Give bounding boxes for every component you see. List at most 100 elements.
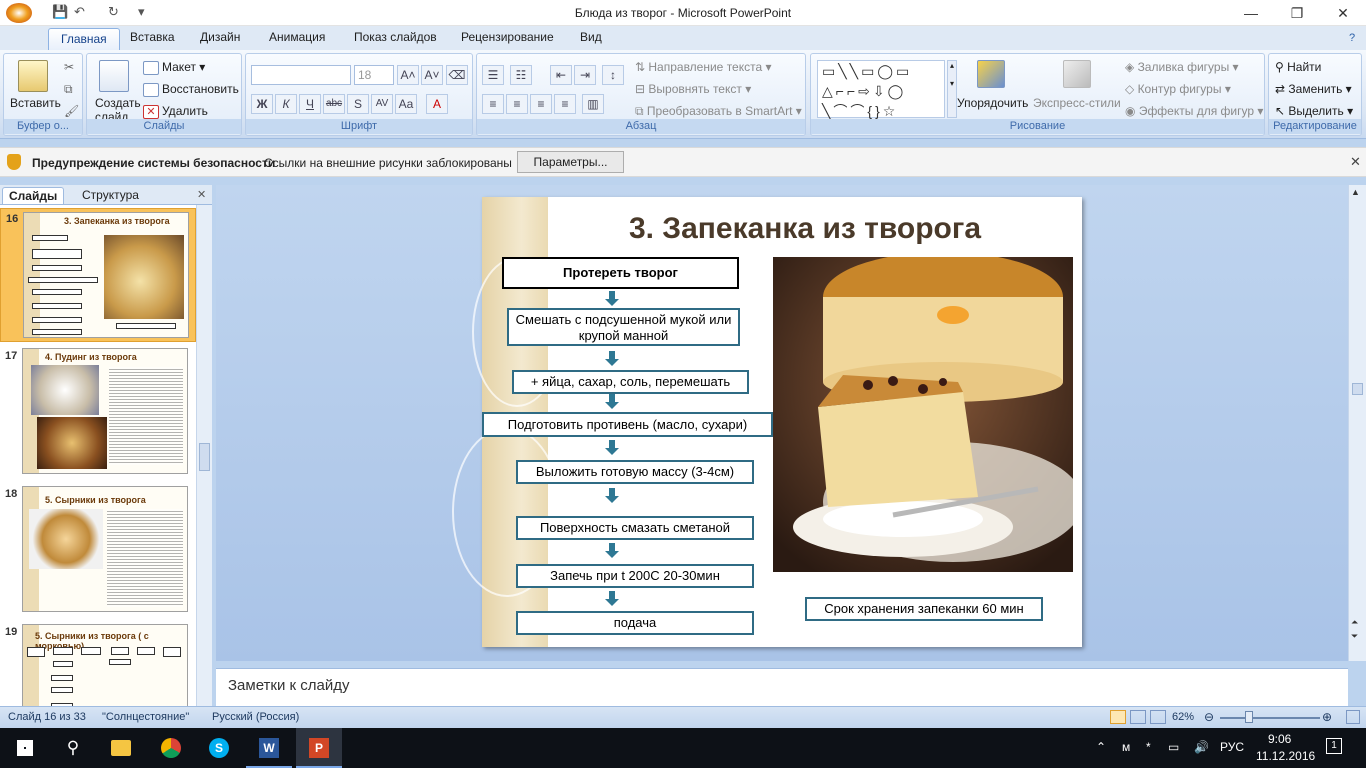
font-name-input[interactable] xyxy=(251,65,351,85)
font-color-button[interactable]: A xyxy=(426,94,448,114)
align-right-button[interactable]: ≡ xyxy=(530,94,552,114)
step-box[interactable]: Выложить готовую массу (3-4см) xyxy=(516,460,754,484)
prev-slide-icon[interactable]: ⏶ xyxy=(1351,617,1358,628)
shapes-gallery-scroll[interactable]: ▴ ▾ xyxy=(947,60,957,118)
justify-button[interactable]: ≡ xyxy=(554,94,576,114)
step-box[interactable]: Подготовить противень (масло, сухари) xyxy=(482,412,773,437)
replace-button[interactable]: ⇄ Заменить ▾ xyxy=(1275,82,1352,96)
clock-time[interactable]: 9:06 xyxy=(1268,732,1291,746)
maximize-button[interactable]: ❐ xyxy=(1274,0,1320,26)
volume-icon[interactable]: 🔊 xyxy=(1194,740,1209,754)
slideshow-icon[interactable] xyxy=(1150,710,1166,724)
text-direction-button[interactable]: ⇅ Направление текста ▾ xyxy=(635,60,772,74)
language-indicator[interactable]: РУС xyxy=(1220,740,1244,754)
cut-icon[interactable]: ✂ xyxy=(64,60,74,74)
normal-view-icon[interactable] xyxy=(1110,710,1126,724)
search-icon[interactable]: ⚲ xyxy=(50,728,96,768)
language-indicator[interactable]: Русский (Россия) xyxy=(212,711,299,723)
slide-title[interactable]: 3. Запеканка из творога xyxy=(560,212,1050,246)
quick-styles-button[interactable]: Экспресс-стили xyxy=(1033,96,1121,110)
casserole-photo[interactable] xyxy=(773,257,1073,572)
chrome-icon[interactable] xyxy=(148,728,194,768)
scroll-thumb[interactable] xyxy=(199,443,210,471)
select-button[interactable]: ↖ Выделить ▾ xyxy=(1275,104,1353,118)
smartart-button[interactable]: ⧉ Преобразовать в SmartArt ▾ xyxy=(635,104,802,119)
strikethrough-button[interactable]: abc xyxy=(323,94,345,114)
paste-button[interactable]: Вставить xyxy=(10,96,61,110)
editor-scrollbar[interactable]: ▲ ⏶ ⏷ xyxy=(1348,185,1366,661)
step-box[interactable]: Протереть творог xyxy=(502,257,739,289)
bold-button[interactable]: Ж xyxy=(251,94,273,114)
thumbnail-slide-16[interactable]: 16 3. Запеканка из творога xyxy=(0,208,196,342)
step-box[interactable]: подача xyxy=(516,611,754,635)
layout-button[interactable]: Макет ▾ xyxy=(143,60,205,75)
align-text-button[interactable]: ⊟ Выровнять текст ▾ xyxy=(635,82,751,96)
copy-icon[interactable]: ⧉ xyxy=(64,82,73,97)
close-panel-icon[interactable]: ✕ xyxy=(197,188,206,201)
zoom-level[interactable]: 62% xyxy=(1172,711,1194,723)
shrink-font-button[interactable]: A˅ xyxy=(421,65,443,85)
clear-format-button[interactable]: ⌫ xyxy=(446,65,468,85)
notes-placeholder[interactable]: Заметки к слайду xyxy=(228,677,350,694)
scroll-thumb[interactable] xyxy=(1352,383,1363,395)
minimize-button[interactable]: — xyxy=(1228,0,1274,26)
zoom-slider-thumb[interactable] xyxy=(1245,711,1253,723)
storage-note[interactable]: Срок хранения запеканки 60 мин xyxy=(805,597,1043,621)
close-security-bar-icon[interactable]: ✕ xyxy=(1350,154,1361,170)
show-hidden-icons[interactable]: ⌃ xyxy=(1096,740,1106,754)
step-box[interactable]: Запечь при t 200С 20-30мин xyxy=(516,564,754,588)
spacing-button[interactable]: AV xyxy=(371,94,393,114)
next-slide-icon[interactable]: ⏷ xyxy=(1351,631,1358,642)
scroll-up-icon[interactable]: ▲ xyxy=(1351,187,1360,197)
case-button[interactable]: Aa xyxy=(395,94,417,114)
delete-slide-button[interactable]: ✕ Удалить xyxy=(143,104,208,119)
tab-slides[interactable]: Слайды xyxy=(2,187,65,204)
decrease-indent-button[interactable]: ⇤ xyxy=(550,65,572,85)
tab-design[interactable]: Дизайн xyxy=(200,30,240,44)
slide-sorter-icon[interactable] xyxy=(1130,710,1146,724)
line-spacing-button[interactable]: ↕ xyxy=(602,65,624,85)
thumbnail-slide-17[interactable]: 17 4. Пудинг из творога xyxy=(0,346,196,476)
tab-view[interactable]: Вид xyxy=(580,30,602,44)
thumbnail-slide-18[interactable]: 18 5. Сырники из творога xyxy=(0,484,196,614)
underline-button[interactable]: Ч xyxy=(299,94,321,114)
powerpoint-icon[interactable]: P xyxy=(296,728,342,768)
shape-effects-button[interactable]: ◉ Эффекты для фигур ▾ xyxy=(1125,104,1263,118)
font-size-input[interactable]: 18 xyxy=(354,65,394,85)
tray-app-icon[interactable]: м xyxy=(1122,740,1130,754)
step-box[interactable]: + яйца, сахар, соль, перемешать xyxy=(512,370,749,394)
align-left-button[interactable]: ≡ xyxy=(482,94,504,114)
fit-to-window-icon[interactable] xyxy=(1346,710,1360,724)
align-center-button[interactable]: ≡ xyxy=(506,94,528,114)
arrange-button[interactable]: Упорядочить xyxy=(957,96,1028,110)
tab-slideshow[interactable]: Показ слайдов xyxy=(354,30,437,44)
file-explorer-icon[interactable] xyxy=(98,728,144,768)
columns-button[interactable]: ▥ xyxy=(582,94,604,114)
find-button[interactable]: ⚲ Найти xyxy=(1275,60,1321,74)
zoom-in-icon[interactable]: ⊕ xyxy=(1322,710,1332,724)
clock-date[interactable]: 11.12.2016 xyxy=(1256,749,1315,763)
shapes-gallery[interactable]: ▭╲╲▭◯▭ △⌐⌐⇨⇩◯ ╲⌒⌒{}☆ xyxy=(817,60,945,119)
windows-start-icon[interactable] xyxy=(2,728,48,768)
word-icon[interactable]: W xyxy=(246,728,292,768)
notes-pane[interactable]: Заметки к слайду xyxy=(216,668,1348,706)
step-box[interactable]: Поверхность смазать сметаной xyxy=(516,516,754,540)
shape-fill-button[interactable]: ◈ Заливка фигуры ▾ xyxy=(1125,60,1239,74)
step-box[interactable]: Смешать с подсушенной мукой или крупой м… xyxy=(507,308,740,346)
notifications-icon[interactable]: 1 xyxy=(1326,738,1342,754)
tab-insert[interactable]: Вставка xyxy=(130,30,175,44)
tab-outline[interactable]: Структура xyxy=(76,187,145,203)
tab-animation[interactable]: Анимация xyxy=(269,30,325,44)
help-icon[interactable]: ? xyxy=(1349,32,1355,44)
format-painter-icon[interactable]: 🖌 xyxy=(64,104,79,118)
skype-icon[interactable]: S xyxy=(196,728,242,768)
tab-home[interactable]: Главная xyxy=(48,28,120,50)
options-button[interactable]: Параметры... xyxy=(517,151,624,173)
reset-button[interactable]: Восстановить xyxy=(143,82,239,97)
italic-button[interactable]: К xyxy=(275,94,297,114)
zoom-slider[interactable] xyxy=(1220,717,1320,719)
grow-font-button[interactable]: A˄ xyxy=(397,65,419,85)
zoom-out-icon[interactable]: ⊖ xyxy=(1204,710,1214,724)
tab-review[interactable]: Рецензирование xyxy=(461,30,554,44)
battery-icon[interactable]: ▭ xyxy=(1168,740,1179,754)
